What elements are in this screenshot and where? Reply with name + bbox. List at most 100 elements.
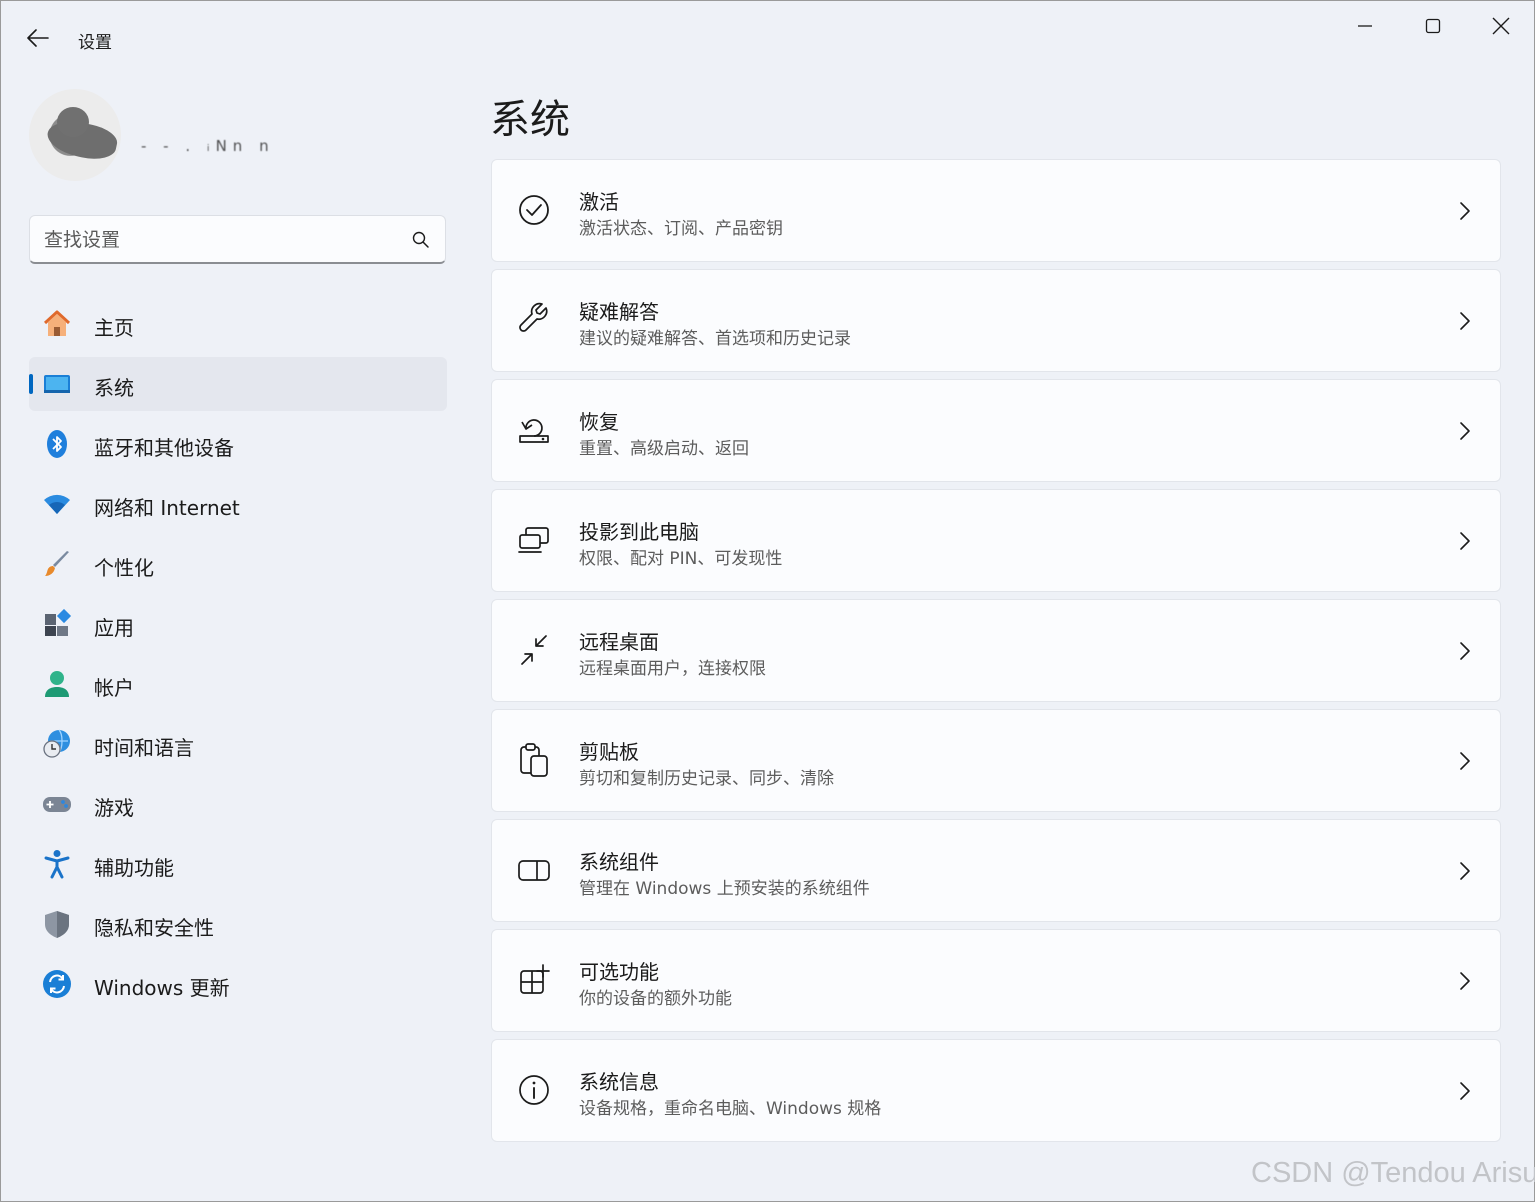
sidebar-item-gaming[interactable]: 游戏: [29, 777, 447, 831]
minimize-icon: [1358, 25, 1372, 27]
card-description: 建议的疑难解答、首选项和历史记录: [579, 329, 851, 349]
user-profile[interactable]: - - . ᵢNn n: [29, 89, 449, 181]
chevron-right-icon: [1460, 752, 1470, 770]
minimize-button[interactable]: [1331, 9, 1399, 43]
sidebar-item-accounts[interactable]: 帐户: [29, 657, 447, 711]
card-title: 剪贴板: [579, 740, 639, 764]
card-troubleshoot[interactable]: 疑难解答 建议的疑难解答、首选项和历史记录: [491, 269, 1501, 372]
clipboard-icon: [520, 743, 548, 777]
wrench-icon: [519, 302, 548, 332]
settings-window: 设置 - - . ᵢNn n 主页: [0, 0, 1535, 1202]
card-title: 激活: [579, 190, 619, 214]
card-remote-desktop[interactable]: 远程桌面 远程桌面用户，连接权限: [491, 599, 1501, 702]
page-title: 系统: [490, 97, 570, 143]
card-title: 疑难解答: [579, 300, 659, 324]
card-description: 你的设备的额外功能: [579, 989, 732, 1009]
account-icon: [45, 671, 69, 697]
wifi-icon: [44, 494, 70, 514]
card-description: 远程桌面用户，连接权限: [579, 659, 766, 679]
maximize-button[interactable]: [1399, 9, 1467, 43]
close-button[interactable]: [1467, 9, 1535, 43]
card-project-to-pc[interactable]: 投影到此电脑 权限、配对 PIN、可发现性: [491, 489, 1501, 592]
close-icon: [1492, 17, 1510, 35]
sidebar-item-time-language[interactable]: 时间和语言: [29, 717, 447, 771]
chevron-right-icon: [1460, 532, 1470, 550]
card-description: 激活状态、订阅、产品密钥: [579, 219, 783, 239]
avatar: [29, 89, 121, 181]
sidebar-item-label: 帐户: [94, 676, 134, 700]
sidebar-item-privacy[interactable]: 隐私和安全性: [29, 897, 447, 951]
maximize-icon: [1425, 18, 1441, 34]
card-description: 剪切和复制历史记录、同步、清除: [579, 769, 834, 789]
project-icon: [518, 527, 549, 553]
sidebar-item-apps[interactable]: 应用: [29, 597, 447, 651]
sidebar-item-label: 个性化: [94, 556, 154, 580]
accessibility-icon: [44, 850, 70, 879]
card-system-components[interactable]: 系统组件 管理在 Windows 上预安装的系统组件: [491, 819, 1501, 922]
card-title: 系统信息: [579, 1070, 659, 1094]
card-title: 可选功能: [579, 960, 659, 984]
sidebar-item-label: 隐私和安全性: [94, 916, 214, 940]
card-description: 重置、高级启动、返回: [579, 439, 749, 459]
chevron-right-icon: [1460, 972, 1470, 990]
optional-features-icon: [520, 964, 550, 994]
time-language-icon: [43, 729, 70, 758]
card-title: 远程桌面: [579, 630, 659, 654]
sidebar-item-label: 游戏: [94, 796, 134, 820]
card-optional-features[interactable]: 可选功能 你的设备的额外功能: [491, 929, 1501, 1032]
back-button[interactable]: [21, 23, 55, 53]
sidebar-item-label: Windows 更新: [94, 976, 230, 1000]
sidebar-item-label: 辅助功能: [94, 856, 174, 880]
card-description: 设备规格，重命名电脑、Windows 规格: [579, 1099, 882, 1119]
card-clipboard[interactable]: 剪贴板 剪切和复制历史记录、同步、清除: [491, 709, 1501, 812]
sidebar-item-system[interactable]: 系统: [29, 357, 447, 411]
sidebar-item-label: 应用: [94, 616, 134, 640]
sidebar-item-home[interactable]: 主页: [29, 297, 447, 351]
system-components-icon: [518, 860, 550, 881]
paintbrush-icon: [45, 551, 69, 576]
sidebar-item-label: 时间和语言: [94, 736, 194, 760]
chevron-right-icon: [1460, 422, 1470, 440]
sidebar-nav: 主页 系统 蓝牙和其他设备 网络和 Internet 个性化 应用 帐户 时间和…: [29, 297, 447, 1017]
sidebar-item-bluetooth[interactable]: 蓝牙和其他设备: [29, 417, 447, 471]
recovery-icon: [519, 419, 549, 443]
search-box[interactable]: [29, 215, 446, 264]
bluetooth-icon: [47, 430, 67, 458]
info-icon: [519, 1075, 549, 1105]
card-title: 系统组件: [579, 850, 659, 874]
user-name: - - . ᵢNn n: [141, 137, 275, 155]
chevron-right-icon: [1460, 202, 1470, 220]
card-about[interactable]: 系统信息 设备规格，重命名电脑、Windows 规格: [491, 1039, 1501, 1142]
sidebar-item-accessibility[interactable]: 辅助功能: [29, 837, 447, 891]
card-recovery[interactable]: 恢复 重置、高级启动、返回: [491, 379, 1501, 482]
sidebar-item-windows-update[interactable]: Windows 更新: [29, 957, 447, 1011]
watermark: CSDN @Tendou Arisu: [1251, 1157, 1535, 1189]
home-icon: [43, 310, 71, 336]
sidebar-item-network[interactable]: 网络和 Internet: [29, 477, 447, 531]
sidebar-item-label: 网络和 Internet: [94, 496, 240, 520]
check-circle-icon: [519, 195, 549, 225]
back-arrow-icon: [27, 29, 49, 47]
chevron-right-icon: [1460, 1082, 1470, 1100]
card-activation[interactable]: 激活 激活状态、订阅、产品密钥: [491, 159, 1501, 262]
search-icon[interactable]: [411, 230, 431, 250]
sidebar-item-label: 蓝牙和其他设备: [94, 436, 234, 460]
chevron-right-icon: [1460, 642, 1470, 660]
app-title: 设置: [78, 33, 112, 53]
chevron-right-icon: [1460, 312, 1470, 330]
apps-icon: [45, 609, 72, 636]
card-description: 权限、配对 PIN、可发现性: [579, 549, 783, 569]
card-title: 投影到此电脑: [579, 520, 699, 544]
windows-update-icon: [43, 970, 71, 998]
search-input[interactable]: [44, 226, 404, 254]
card-title: 恢复: [579, 410, 619, 434]
remote-desktop-icon: [521, 635, 547, 665]
sidebar-item-label: 系统: [94, 376, 134, 400]
gamepad-icon: [43, 797, 71, 812]
card-description: 管理在 Windows 上预安装的系统组件: [579, 879, 870, 899]
system-display-icon: [44, 375, 70, 393]
settings-card-list: 激活 激活状态、订阅、产品密钥 疑难解答 建议的疑难解答、首选项和历史记录 恢复…: [491, 159, 1501, 1149]
sidebar-item-label: 主页: [94, 316, 134, 340]
sidebar-item-personalization[interactable]: 个性化: [29, 537, 447, 591]
title-bar: 设置: [1, 1, 1534, 73]
